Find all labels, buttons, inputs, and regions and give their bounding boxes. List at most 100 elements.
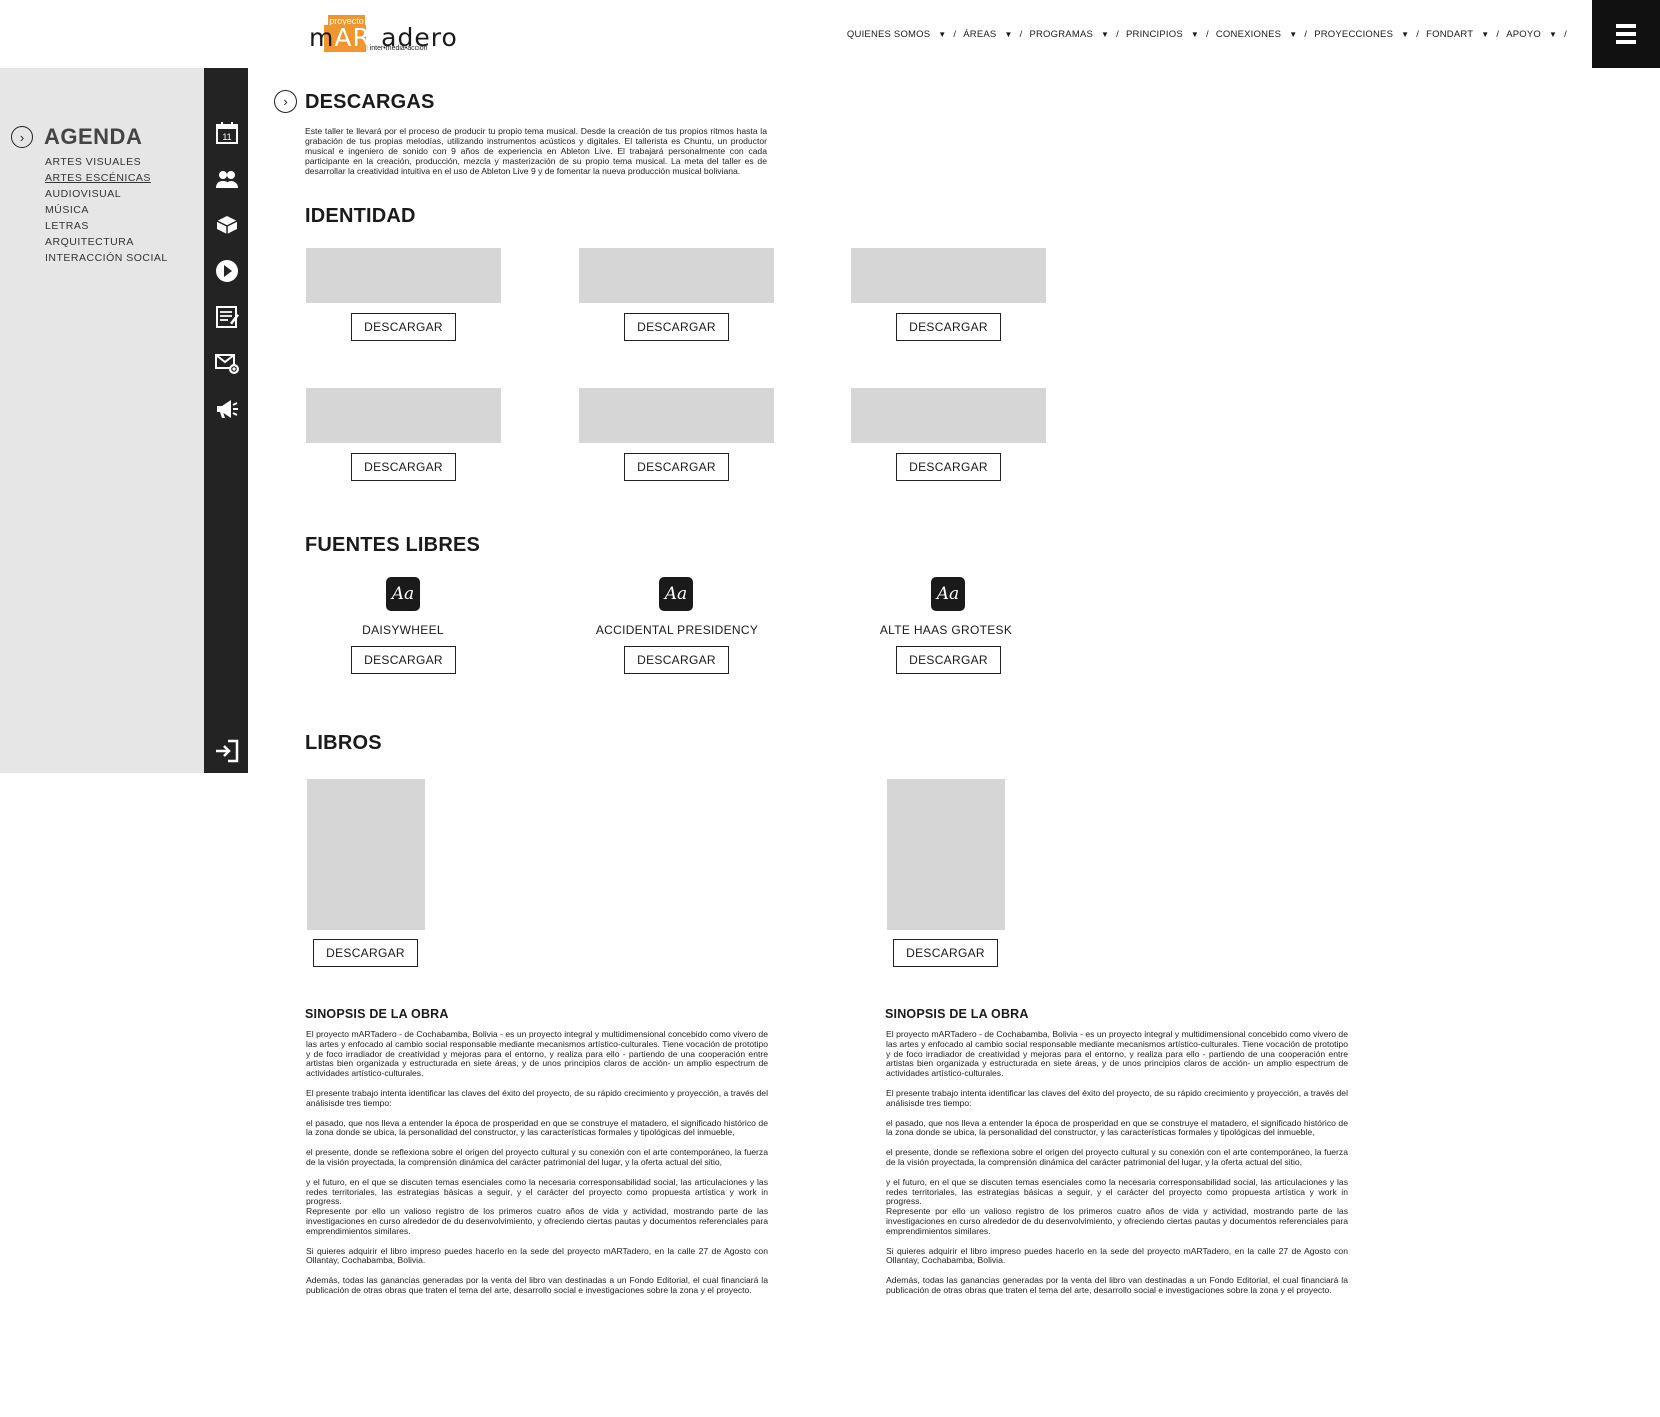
- caret-down-icon: ▼: [1289, 30, 1298, 39]
- nav-label: FONDART: [1426, 29, 1474, 40]
- font-name: DAISYWHEEL: [362, 623, 444, 637]
- megaphone-icon[interactable]: [215, 397, 239, 421]
- nav-label: QUIENES SOMOS: [846, 29, 931, 40]
- caret-down-icon: ▼: [1101, 30, 1110, 39]
- identity-thumbnail: [306, 248, 501, 303]
- logo-version: 2.0: [358, 45, 368, 52]
- font-preview-icon: Aa: [386, 577, 420, 611]
- nav-separator: /: [1304, 29, 1308, 40]
- cube-icon[interactable]: [215, 213, 239, 237]
- identity-download-button[interactable]: DESCARGAR: [351, 313, 456, 341]
- descargas-heading: ›: [274, 90, 297, 113]
- nav-separator: /: [1206, 29, 1209, 40]
- font-preview-icon: Aa: [659, 577, 693, 611]
- top-navigation: QUIENES SOMOS ▼ / ÁREAS ▼ / PROGRAMAS ▼ / PRIN…: [847, 29, 1574, 40]
- synopsis-paragraph: El proyecto mARTadero - de Cochabamba, B…: [306, 1029, 768, 1079]
- hamburger-menu-button[interactable]: [1592, 0, 1660, 68]
- nav-label: PROYECCIONES: [1314, 29, 1394, 40]
- synopsis-paragraph: el pasado, que nos lleva a entender la é…: [886, 1117, 1348, 1138]
- sidebar-item-audiovisual[interactable]: AUDIOVISUAL: [45, 186, 168, 202]
- book-cover: [307, 779, 425, 930]
- notes-icon[interactable]: [215, 305, 239, 329]
- synopsis-paragraph: Si quieres adquirir el libro impreso pue…: [886, 1245, 1348, 1266]
- identity-thumbnail: [579, 248, 774, 303]
- font-download-button[interactable]: DESCARGAR: [624, 646, 729, 674]
- nav-item-apoyo[interactable]: APOYO ▼ /: [1506, 29, 1574, 40]
- font-download-button[interactable]: DESCARGAR: [896, 646, 1001, 674]
- agenda-title: AGENDA: [44, 124, 143, 149]
- fuentes-libres-title: FUENTES LIBRES: [305, 534, 481, 556]
- play-icon[interactable]: [215, 259, 239, 283]
- identity-download-button[interactable]: DESCARGAR: [896, 453, 1001, 481]
- sidebar-item-artes-visuales[interactable]: ARTES VISUALES: [45, 154, 168, 170]
- synopsis-text: El proyecto mARTadero - de Cochabamba, B…: [886, 1029, 1348, 1306]
- identidad-title: IDENTIDAD: [305, 205, 416, 227]
- nav-item-principios[interactable]: PRINCIPIOS ▼ /: [1126, 29, 1216, 40]
- circle-arrow-icon[interactable]: ›: [274, 90, 297, 113]
- people-icon[interactable]: [215, 167, 239, 191]
- caret-down-icon: ▼: [1549, 30, 1558, 39]
- nav-label: PRINCIPIOS: [1125, 29, 1183, 40]
- sidebar-item-artes-escenicas[interactable]: ARTES ESCÉNICAS: [45, 170, 168, 186]
- identity-download-button[interactable]: DESCARGAR: [896, 313, 1001, 341]
- agenda-sidebar: › AGENDA ARTES VISUALES ARTES ESCÉNICAS …: [0, 68, 204, 773]
- descargas-title: DESCARGAS: [305, 91, 435, 113]
- hamburger-icon: [1616, 32, 1636, 36]
- agenda-category-list: ARTES VISUALES ARTES ESCÉNICAS AUDIOVISU…: [45, 154, 168, 266]
- caret-down-icon: ▼: [1190, 30, 1200, 39]
- nav-separator: /: [1019, 29, 1023, 40]
- synopsis-paragraph: el pasado, que nos lleva a entender la é…: [306, 1117, 768, 1138]
- nav-label: APOYO: [1506, 29, 1542, 40]
- identity-thumbnail: [851, 248, 1046, 303]
- caret-down-icon: ▼: [938, 30, 947, 39]
- logo-tagline-text: inter•media•acción: [369, 45, 428, 52]
- sidebar-item-interaccion-social[interactable]: INTERACCIÓN SOCIAL: [45, 250, 168, 266]
- font-name: ALTE HAAS GROTESK: [879, 623, 1013, 637]
- circle-arrow-icon: ›: [11, 126, 33, 148]
- synopsis-paragraph: Represente por ello un valioso registro …: [306, 1206, 768, 1236]
- nav-item-areas[interactable]: ÁREAS ▼ /: [963, 29, 1029, 40]
- synopsis-paragraph: Además, todas las ganancias generadas po…: [886, 1275, 1348, 1295]
- synopsis-paragraph: El proyecto mARTadero - de Cochabamba, B…: [886, 1029, 1348, 1079]
- identity-thumbnail: [851, 388, 1046, 443]
- caret-down-icon: ▼: [1481, 30, 1490, 39]
- login-icon[interactable]: [215, 739, 239, 763]
- synopsis-paragraph: Si quieres adquirir el libro impreso pue…: [306, 1245, 768, 1266]
- book-download-button[interactable]: DESCARGAR: [893, 939, 998, 967]
- synopsis-paragraph: El presente trabajo intenta identificar …: [886, 1087, 1348, 1108]
- sidebar-item-arquitectura[interactable]: ARQUITECTURA: [45, 234, 168, 250]
- nav-item-quienes-somos[interactable]: QUIENES SOMOS ▼ /: [847, 29, 963, 40]
- nav-item-proyecciones[interactable]: PROYECCIONES ▼ /: [1314, 29, 1426, 40]
- sidebar-item-letras[interactable]: LETRAS: [45, 218, 168, 234]
- identity-download-button[interactable]: DESCARGAR: [351, 453, 456, 481]
- synopsis-text: El proyecto mARTadero - de Cochabamba, B…: [306, 1029, 768, 1306]
- agenda-heading[interactable]: › AGENDA: [11, 124, 142, 150]
- logo-tagline: 2.0 inter•media•acción: [358, 45, 428, 52]
- font-download-button[interactable]: DESCARGAR: [351, 646, 456, 674]
- nav-item-conexiones[interactable]: CONEXIONES ▼ /: [1216, 29, 1314, 40]
- sidebar-item-musica[interactable]: MÚSICA: [45, 202, 168, 218]
- synopsis-paragraph: el presente, donde se reflexiona sobre e…: [306, 1147, 768, 1167]
- nav-item-fondart[interactable]: FONDART ▼ /: [1426, 29, 1506, 40]
- synopsis-paragraph: Además, todas las ganancias generadas po…: [306, 1275, 768, 1295]
- caret-down-icon: ▼: [1004, 30, 1013, 39]
- nav-item-programas[interactable]: PROGRAMAS ▼ /: [1029, 29, 1126, 40]
- synopsis-paragraph: Represente por ello un valioso registro …: [886, 1206, 1348, 1236]
- font-name: ACCIDENTAL PRESIDENCY: [595, 623, 759, 637]
- identity-thumbnail: [579, 388, 774, 443]
- identity-download-button[interactable]: DESCARGAR: [624, 453, 729, 481]
- nav-label: CONEXIONES: [1215, 29, 1282, 40]
- identity-download-button[interactable]: DESCARGAR: [624, 313, 729, 341]
- logo-word-m: m: [309, 23, 335, 52]
- descargas-intro: Este taller te llevará por el proceso de…: [305, 126, 767, 176]
- mail-icon[interactable]: [215, 351, 239, 375]
- libros-title: LIBROS: [305, 732, 382, 754]
- calendar-icon[interactable]: 11: [215, 121, 239, 145]
- nav-separator: /: [1496, 29, 1500, 40]
- hamburger-icon: [1616, 24, 1636, 28]
- book-cover: [887, 779, 1005, 930]
- synopsis-title: SINOPSIS DE LA OBRA: [885, 1007, 1029, 1021]
- book-download-button[interactable]: DESCARGAR: [313, 939, 418, 967]
- site-logo[interactable]: proyecto mARTadero 2.0 inter•media•acció…: [309, 15, 457, 53]
- synopsis-title: SINOPSIS DE LA OBRA: [305, 1007, 449, 1021]
